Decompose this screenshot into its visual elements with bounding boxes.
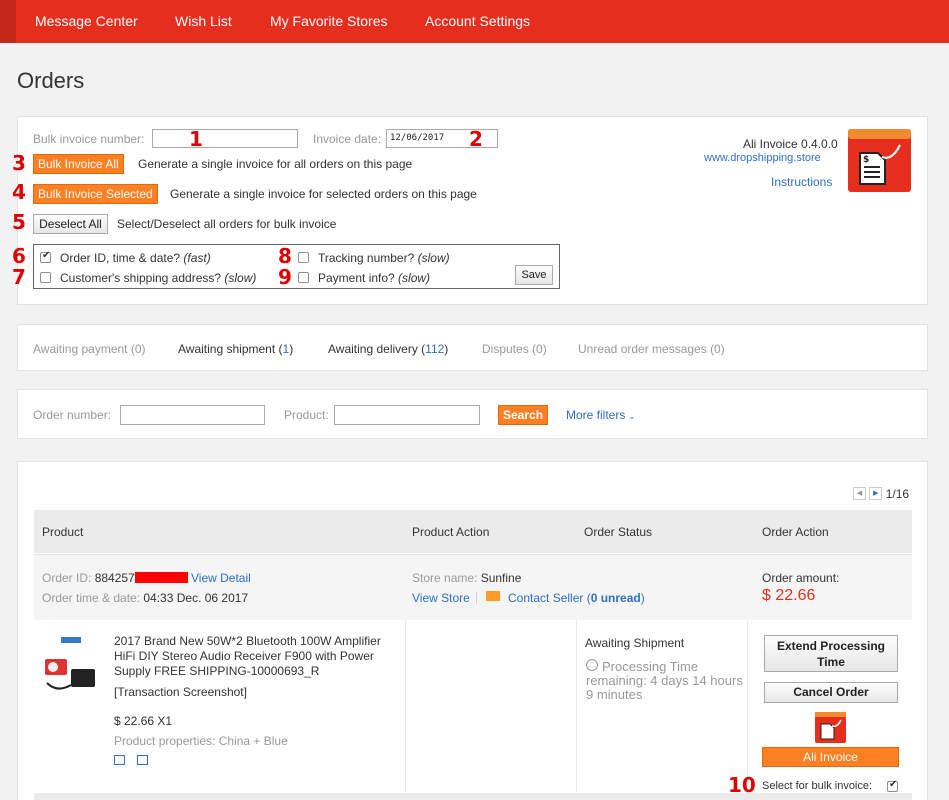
next-page-icon[interactable]: ▶ [869, 487, 883, 501]
redaction-bar [135, 572, 188, 583]
contact-seller-link[interactable]: Contact Seller (0 unread) [508, 591, 645, 605]
invoice-small-icon [815, 712, 846, 743]
product-title-link[interactable]: 2017 Brand New 50W*2 Bluetooth 100W Ampl… [114, 634, 396, 679]
bulk-invoice-all-desc: Generate a single invoice for all orders… [138, 157, 413, 171]
bulk-invoice-all-button[interactable]: Bulk Invoice All [33, 154, 124, 174]
view-detail-link[interactable]: View Detail [191, 571, 251, 585]
card-icon[interactable] [137, 755, 148, 765]
option-shipping-address-checkbox[interactable] [40, 272, 51, 283]
save-button[interactable]: Save [515, 265, 553, 285]
price-quantity: $ 22.66 X1 [114, 714, 173, 728]
annotation-9: 9 [278, 265, 292, 289]
view-store-link[interactable]: View Store [412, 591, 470, 605]
order-time: Order time & date: 04:33 Dec. 06 2017 [42, 591, 249, 605]
order-number-input[interactable] [120, 405, 265, 425]
option-tracking-label: Tracking number? (slow) [318, 251, 450, 265]
orders-table-header: Product Product Action Order Status Orde… [34, 510, 912, 553]
invoice-date-label: Invoice date: [313, 132, 382, 146]
pagination: ◀ ▶ 1/16 [853, 486, 909, 501]
col-divider-3 [747, 620, 748, 792]
bulk-invoice-selected-button[interactable]: Bulk Invoice Selected [33, 184, 158, 204]
tab-awaiting-payment[interactable]: Awaiting payment (0) [33, 342, 146, 356]
tab-unread-messages[interactable]: Unread order messages (0) [578, 342, 725, 356]
page-indicator: 1/16 [885, 486, 910, 501]
nav-account-settings[interactable]: Account Settings [425, 13, 530, 29]
tab-awaiting-delivery[interactable]: Awaiting delivery (112) [328, 342, 448, 356]
nav-left-strip [0, 0, 16, 43]
product-thumbnail[interactable] [41, 633, 105, 697]
option-order-id-checkbox[interactable] [40, 250, 51, 263]
annotation-2: 2 [469, 127, 483, 151]
product-input[interactable] [334, 405, 480, 425]
top-nav-bar: Message Center Wish List My Favorite Sto… [0, 0, 949, 43]
col-order-action: Order Action [762, 525, 829, 539]
bulk-select-checkbox[interactable] [887, 779, 898, 792]
annotation-10: 10 [728, 773, 756, 797]
transaction-screenshot-link[interactable]: [Transaction Screenshot] [114, 685, 247, 699]
invoice-logo-icon: $ [848, 129, 911, 192]
plugin-name: Ali Invoice 0.4.0.0 [743, 137, 838, 151]
search-button[interactable]: Search [498, 405, 548, 425]
order-amount-label: Order amount: [762, 571, 840, 585]
order-amount-value: $ 22.66 [762, 587, 816, 604]
annotation-8: 8 [278, 244, 292, 268]
option-tracking-checkbox[interactable] [298, 252, 309, 263]
order-id: Order ID: 884257 [42, 571, 135, 585]
col-divider-1 [405, 620, 406, 792]
option-payment-checkbox[interactable] [298, 272, 309, 283]
plugin-site-link[interactable]: www.dropshipping.store [704, 152, 821, 164]
order-status-text: Awaiting Shipment [585, 636, 685, 650]
next-order-row [34, 793, 912, 800]
option-shipping-address-label: Customer's shipping address? (slow) [60, 271, 257, 285]
annotation-7: 7 [12, 265, 26, 289]
nav-wish-list[interactable]: Wish List [175, 13, 232, 29]
bulk-invoice-selected-desc: Generate a single invoice for selected o… [170, 187, 477, 201]
bulk-select-label: Select for bulk invoice: [762, 780, 873, 792]
annotation-5: 5 [12, 210, 26, 234]
svg-text:$: $ [863, 155, 869, 165]
col-product-action: Product Action [412, 525, 490, 539]
order-number-label: Order number: [33, 408, 112, 422]
annotation-4: 4 [12, 180, 26, 204]
chevron-down-icon: ⌄ [628, 412, 636, 421]
col-divider-2 [576, 620, 577, 792]
page-title: Orders [17, 68, 85, 93]
deselect-all-desc: Select/Deselect all orders for bulk invo… [117, 217, 337, 231]
prev-page-icon[interactable]: ◀ [853, 487, 866, 501]
processing-time-text: Processing Time remaining: 4 days 14 hou… [586, 659, 743, 702]
bulk-invoice-number-input[interactable] [152, 129, 298, 148]
ali-invoice-small-logo [815, 712, 846, 743]
option-order-id-label: Order ID, time & date? (fast) [60, 251, 211, 265]
store-name: Store name: Sunfine [412, 571, 522, 585]
extend-processing-time-button[interactable]: Extend Processing Time [764, 635, 898, 672]
product-label: Product: [284, 408, 329, 422]
shipping-icon[interactable] [114, 755, 125, 765]
deselect-all-button[interactable]: Deselect All [33, 214, 108, 234]
col-order-status: Order Status [584, 525, 653, 539]
bulk-invoice-number-label: Bulk invoice number: [33, 132, 145, 146]
link-separator: | [475, 590, 479, 604]
cancel-order-button[interactable]: Cancel Order [764, 682, 898, 703]
nav-message-center[interactable]: Message Center [35, 13, 138, 29]
amplifier-image-icon [41, 633, 105, 697]
more-filters-link[interactable]: More filters ⌄ [566, 408, 635, 422]
envelope-icon [486, 591, 500, 601]
ali-invoice-button[interactable]: Ali Invoice [762, 747, 899, 767]
option-payment-label: Payment info? (slow) [318, 271, 431, 285]
annotation-3: 3 [12, 151, 26, 175]
order-status-tabs [17, 324, 928, 371]
ali-invoice-logo: $ [848, 129, 911, 192]
tab-disputes[interactable]: Disputes (0) [482, 342, 547, 356]
instructions-link[interactable]: Instructions [771, 175, 832, 189]
annotation-6: 6 [12, 244, 26, 268]
col-product: Product [42, 525, 84, 539]
tab-awaiting-shipment[interactable]: Awaiting shipment (1) [178, 342, 293, 356]
nav-favorite-stores[interactable]: My Favorite Stores [270, 13, 387, 29]
product-properties: Product properties: China + Blue [114, 734, 288, 748]
annotation-1: 1 [189, 127, 203, 151]
